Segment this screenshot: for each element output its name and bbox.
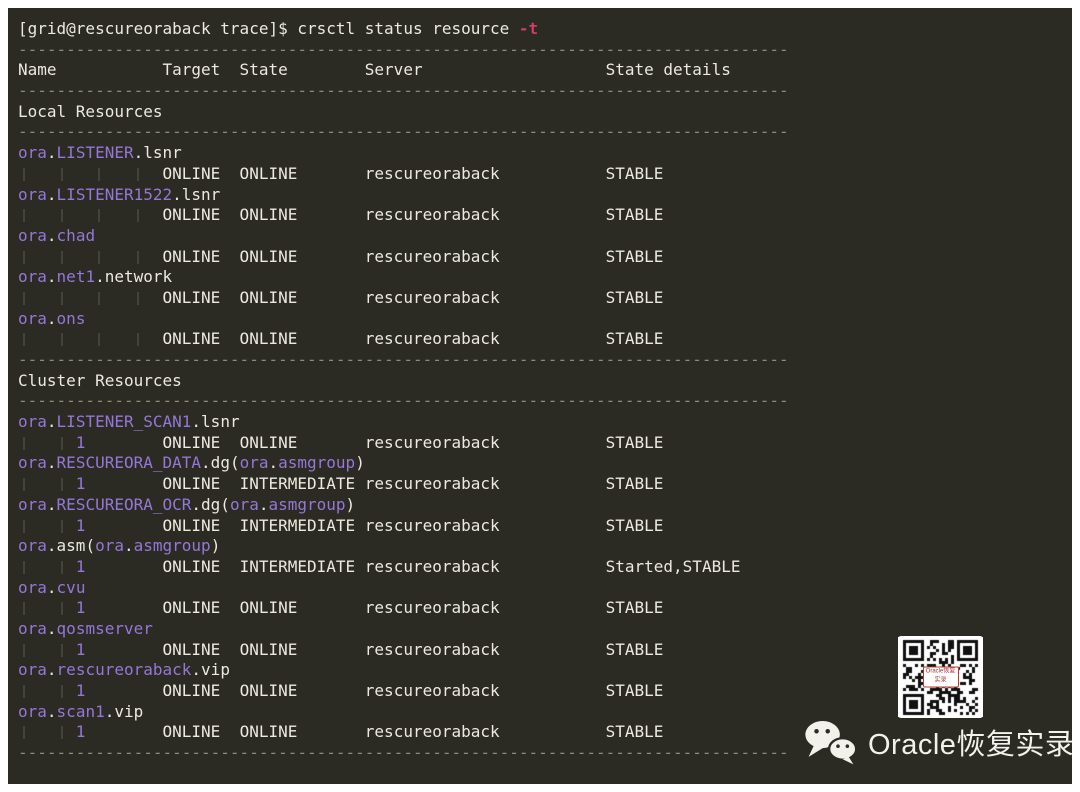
column-guide-tick [61,333,63,346]
column-guide-tick [61,644,63,657]
column-guide-tick [137,168,139,181]
separator-line: ----------------------------------------… [18,122,1072,143]
resource-status-line: 1 ONLINE ONLINE rescureoraback STABLE [18,598,1072,619]
column-guide-tick [61,685,63,698]
column-guide-tick [23,561,25,574]
resource-status-line: ONLINE ONLINE rescureoraback STABLE [18,247,1072,268]
column-guide-tick [23,292,25,305]
section-title-local-resources: Local Resources [18,102,1072,123]
column-guide-tick [61,168,63,181]
resource-status-line: ONLINE ONLINE rescureoraback STABLE [18,205,1072,226]
wechat-icon [803,718,859,766]
resource-status-line: 1 ONLINE INTERMEDIATE rescureoraback STA… [18,516,1072,537]
resource-name-line: ora.LISTENER1522.lsnr [18,185,1072,206]
resource-name-line: ora.ons [18,309,1072,330]
resource-status-line: ONLINE ONLINE rescureoraback STABLE [18,329,1072,350]
column-guide-tick [23,478,25,491]
column-guide-tick [98,292,100,305]
column-guide-tick [61,209,63,222]
resource-status-line: 1 ONLINE INTERMEDIATE rescureoraback Sta… [18,557,1072,578]
separator-line: ----------------------------------------… [18,40,1072,61]
resource-name-line: ora.asm(ora.asmgroup) [18,536,1072,557]
column-guide-tick [61,478,63,491]
qr-code: Oracle恢复 实录 [898,636,983,718]
column-guide-tick [23,251,25,264]
resource-status-line: 1 ONLINE INTERMEDIATE rescureoraback STA… [18,474,1072,495]
column-guide-tick [23,520,25,533]
column-guide-tick [98,333,100,346]
column-guide-tick [61,251,63,264]
column-guide-tick [61,726,63,739]
separator-line: ----------------------------------------… [18,350,1072,371]
section-title-cluster-resources: Cluster Resources [18,371,1072,392]
column-guide-tick [61,520,63,533]
column-guide-tick [23,644,25,657]
resource-status-line: ONLINE ONLINE rescureoraback STABLE [18,164,1072,185]
table-header-line: Name Target State Server State details [18,60,1072,81]
column-guide-tick [61,561,63,574]
column-guide-tick [23,437,25,450]
column-guide-tick [23,209,25,222]
column-guide-tick [23,168,25,181]
column-guide-tick [98,209,100,222]
resource-name-line: ora.chad [18,226,1072,247]
screenshot-root: { "colors": { "frame": "#ffffff", "bg": … [0,0,1080,792]
account-name: Oracle恢复实录 [868,721,1074,763]
column-guide-tick [137,333,139,346]
separator-line: ----------------------------------------… [18,81,1072,102]
resource-status-line: 1 ONLINE ONLINE rescureoraback STABLE [18,433,1072,454]
column-guide-tick [23,602,25,615]
column-guide-tick [98,168,100,181]
column-guide-tick [61,292,63,305]
column-guide-tick [61,602,63,615]
separator-line: ----------------------------------------… [18,391,1072,412]
resource-name-line: ora.cvu [18,578,1072,599]
resource-name-line: ora.LISTENER_SCAN1.lsnr [18,412,1072,433]
wechat-branding: Oracle恢复实录 [803,718,1074,766]
column-guide-tick [137,209,139,222]
prompt-line: [grid@rescureoraback trace]$ crsctl stat… [18,19,1072,40]
resource-name-line: ora.LISTENER.lsnr [18,143,1072,164]
resource-name-line: ora.RESCUREORA_OCR.dg(ora.asmgroup) [18,495,1072,516]
resource-name-line: ora.RESCUREORA_DATA.dg(ora.asmgroup) [18,453,1072,474]
resource-name-line: ora.net1.network [18,267,1072,288]
column-guide-tick [23,726,25,739]
resource-status-line: ONLINE ONLINE rescureoraback STABLE [18,288,1072,309]
terminal-screen[interactable]: [grid@rescureoraback trace]$ crsctl stat… [8,8,1072,784]
qr-center-label: Oracle恢复 实录 [923,667,959,688]
column-guide-tick [98,251,100,264]
column-guide-tick [23,685,25,698]
qr-label-line1: Oracle恢复 [924,668,958,677]
qr-label-line2: 实录 [924,677,958,686]
column-guide-tick [23,333,25,346]
column-guide-tick [61,437,63,450]
column-guide-tick [137,292,139,305]
column-guide-tick [137,251,139,264]
